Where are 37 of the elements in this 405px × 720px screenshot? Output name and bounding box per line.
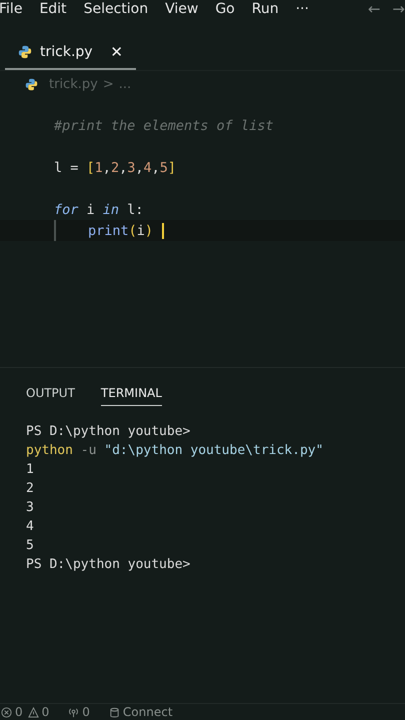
database-icon [108, 706, 120, 718]
python-file-icon [25, 78, 38, 90]
connect-button[interactable]: Connect [122, 705, 173, 719]
back-button[interactable]: ← [368, 0, 380, 18]
python-file-icon [18, 45, 32, 59]
terminal-line: python -u "d:\python youtube\trick.py" [26, 442, 324, 460]
menu-item[interactable]: Run [252, 1, 279, 17]
editor-tab[interactable]: trick.py ✕ [5, 36, 136, 70]
panel-tab[interactable]: TERMINAL [100, 386, 162, 406]
terminal-line: 4 [26, 518, 35, 536]
error-icon [1, 706, 12, 718]
terminal-line: 1 [26, 461, 35, 479]
forward-button[interactable]: → [392, 0, 405, 18]
menu-item[interactable]: Go [215, 1, 235, 17]
code-line: for i in l: [54, 202, 144, 218]
terminal-line: 2 [26, 480, 35, 498]
panel-tab[interactable]: OUTPUT [26, 386, 75, 406]
text-cursor [162, 222, 164, 238]
code-line: #print the elements of list [54, 118, 274, 134]
terminal-line: PS D:\python youtube> [26, 423, 192, 441]
terminal-line: 5 [26, 537, 35, 555]
menu-item[interactable]: Edit [39, 1, 67, 17]
menu-item[interactable]: Selection [84, 1, 148, 17]
menu-item[interactable]: View [165, 1, 198, 17]
menu-item[interactable]: ··· [296, 1, 309, 17]
breadcrumb-separator: > [102, 76, 114, 92]
warning-count[interactable]: 0 [42, 705, 50, 719]
code-line: l = [1,2,3,4,5] [54, 160, 176, 176]
menu-item[interactable]: File [0, 1, 22, 17]
close-button[interactable]: ✕ [110, 43, 123, 61]
ports-count[interactable]: 0 [82, 705, 90, 719]
code-line: print(i) [88, 222, 154, 238]
terminal-line: PS D:\python youtube> [26, 556, 192, 574]
error-count[interactable]: 0 [15, 705, 23, 719]
broadcast-icon [68, 706, 80, 718]
terminal-line: 3 [26, 499, 35, 517]
warning-icon [28, 706, 39, 718]
